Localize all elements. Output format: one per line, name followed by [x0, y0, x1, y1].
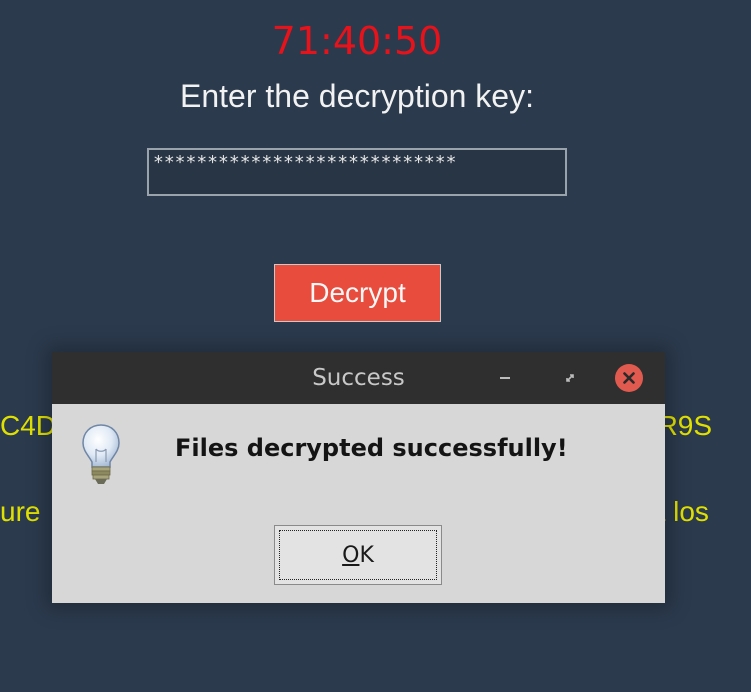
ok-button-label: OK [342, 543, 374, 568]
decryption-prompt: Enter the decryption key: [180, 78, 534, 114]
minimize-icon [500, 377, 510, 379]
ok-focus-ring: OK [279, 530, 437, 580]
minimize-button[interactable] [491, 364, 519, 392]
lightbulb-icon [82, 424, 120, 484]
wallet-address-text-left: C4D [0, 410, 57, 441]
success-dialog: Success Files decrypted successfully! OK [52, 352, 665, 603]
maximize-button[interactable] [556, 364, 584, 392]
ok-label-rest: K [359, 542, 374, 568]
countdown-timer: 71:40:50 [271, 19, 443, 63]
ok-button[interactable]: OK [274, 525, 442, 585]
dialog-titlebar[interactable]: Success [52, 352, 665, 404]
close-button[interactable] [615, 364, 643, 392]
success-message: Files decrypted successfully! [175, 434, 568, 462]
warning-text-left: ure [0, 496, 41, 527]
close-icon [623, 372, 635, 384]
maximize-icon [566, 374, 574, 382]
decrypt-button[interactable]: Decrypt [274, 264, 441, 322]
ok-mnemonic: O [342, 542, 360, 568]
decryption-key-input[interactable] [147, 148, 567, 196]
